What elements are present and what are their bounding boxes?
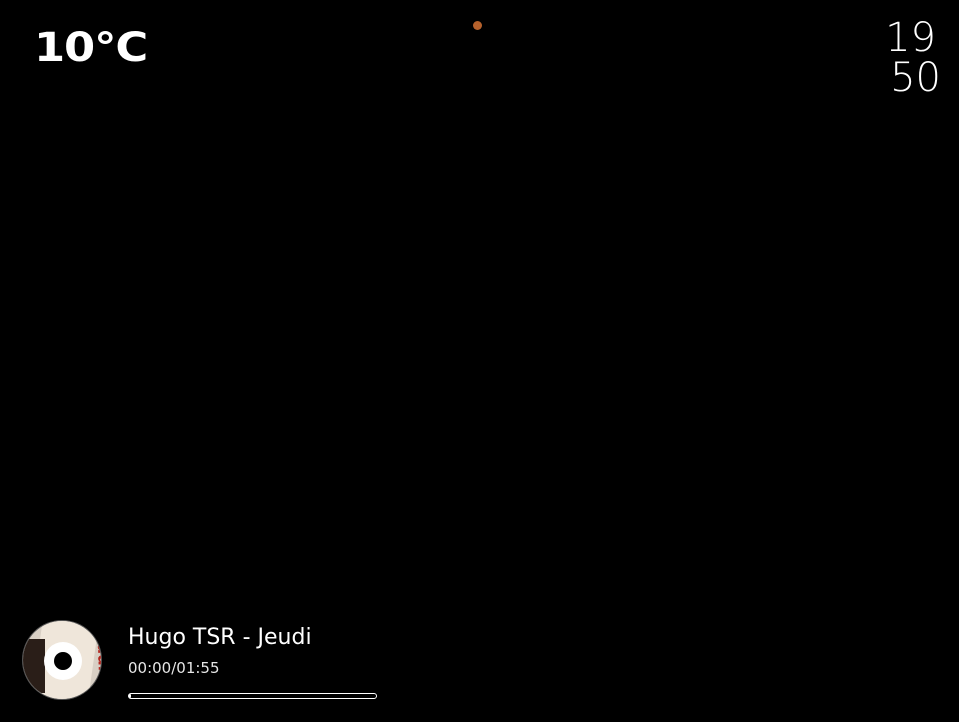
clock-minutes: 50 xyxy=(890,55,941,101)
album-art-shadow xyxy=(23,639,45,693)
weather-temperature: 10°C xyxy=(34,25,148,71)
track-time: 00:00/01:55 xyxy=(128,659,220,677)
status-indicator-dot xyxy=(473,21,482,30)
track-title: Hugo TSR - Jeudi xyxy=(128,625,312,650)
album-art-disc[interactable]: Jeudi xyxy=(22,620,102,700)
album-art-lettering: Jeudi xyxy=(93,625,102,672)
music-player: Jeudi Hugo TSR - Jeudi 00:00/01:55 xyxy=(22,620,382,702)
track-progress-fill xyxy=(129,694,132,698)
track-progress-bar[interactable] xyxy=(128,693,377,699)
disc-hole xyxy=(54,652,72,670)
clock: 19 50 xyxy=(885,18,941,98)
clock-hours: 19 xyxy=(885,15,936,61)
